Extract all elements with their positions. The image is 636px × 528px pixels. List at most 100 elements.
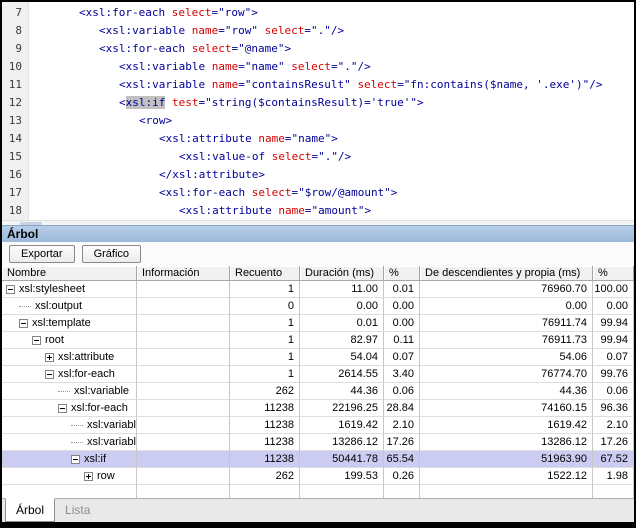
code-line[interactable]: 11 <xsl:variable name="containsResult" se… [2, 76, 634, 94]
cell-name: xsl:variable [2, 434, 137, 451]
cell-descendants: 0.00 [420, 298, 593, 315]
cell-percent: 0.26 [384, 468, 420, 485]
cell-percent: 0.01 [384, 281, 420, 298]
panel-splitter[interactable] [2, 220, 634, 225]
expander-minus-icon[interactable] [58, 403, 67, 413]
code-text: </xsl:attribute> [159, 166, 265, 184]
cell-name: row [2, 468, 137, 485]
line-number: 8 [15, 24, 22, 37]
code-token: name [211, 78, 239, 91]
column-header[interactable]: Recuento [230, 266, 300, 281]
cell-count: 0 [230, 298, 300, 315]
splitter-grip-icon[interactable] [20, 222, 42, 225]
code-line[interactable]: 16 </xsl:attribute> [2, 166, 634, 184]
cell-name: root [2, 332, 137, 349]
column-header[interactable]: % [384, 266, 420, 281]
column-header[interactable]: Información [137, 266, 230, 281]
code-line[interactable]: 8 <xsl:variable name="row" select="."/> [2, 22, 634, 40]
node-label: xsl:variable [87, 419, 137, 431]
code-token: <xsl:variable [99, 24, 192, 37]
tree-row[interactable]: xsl:template 1 0.01 0.00 76911.74 99.94 [2, 315, 634, 332]
tree-row[interactable]: xsl:variable 11238 1619.42 2.10 1619.42 2.10 [2, 417, 634, 434]
cell-name: xsl:stylesheet [2, 281, 137, 298]
cell-percent: 2.10 [384, 417, 420, 434]
code-editor[interactable]: 7 <xsl:for-each select="row"> 8 <xsl:variab… [2, 2, 634, 220]
cell-info [137, 434, 230, 451]
cell-descendants-percent: 2.10 [593, 417, 634, 434]
code-line[interactable]: 12 <xsl:if test="string($containsResult)=… [2, 94, 634, 112]
cell-descendants: 1619.42 [420, 417, 593, 434]
column-header[interactable]: % [593, 266, 634, 281]
code-line[interactable]: 9 <xsl:for-each select="@name"> [2, 40, 634, 58]
node-label: xsl:output [35, 300, 83, 312]
cell-name: xsl:if [2, 451, 137, 468]
cell-duration: 199.53 [300, 468, 384, 485]
node-label: xsl:template [32, 317, 91, 329]
empty-cell [420, 485, 593, 498]
cell-count: 11238 [230, 451, 300, 468]
empty-cell [230, 485, 300, 498]
cell-descendants: 74160.15 [420, 400, 593, 417]
tree-row[interactable]: xsl:if 11238 50441.78 65.54 51963.90 67.52 [2, 451, 634, 468]
chart-button[interactable]: Gráfico [81, 245, 142, 263]
code-line[interactable]: 15 <xsl:value-of select="."/> [2, 148, 634, 166]
cell-descendants-percent: 1.98 [593, 468, 634, 485]
column-header[interactable]: Duración (ms) [300, 266, 384, 281]
cell-info [137, 417, 230, 434]
expander-minus-icon[interactable] [32, 335, 41, 345]
tree-row[interactable]: xsl:attribute 1 54.04 0.07 54.06 0.07 [2, 349, 634, 366]
cell-percent: 0.11 [384, 332, 420, 349]
tree-row[interactable]: xsl:stylesheet 1 11.00 0.01 76960.70 100.00 [2, 281, 634, 298]
column-header[interactable]: De descendientes y propia (ms) [420, 266, 593, 281]
code-line[interactable]: 18 <xsl:attribute name="amount"> [2, 202, 634, 220]
code-line[interactable]: 7 <xsl:for-each select="row"> [2, 4, 634, 22]
export-button[interactable]: Exportar [9, 245, 75, 263]
window-content: 7 <xsl:for-each select="row"> 8 <xsl:variab… [2, 2, 634, 522]
expander-minus-icon[interactable] [6, 284, 15, 294]
expander-minus-icon[interactable] [45, 369, 54, 379]
code-text: <xsl:value-of select="."/> [179, 148, 351, 166]
cell-descendants: 76911.74 [420, 315, 593, 332]
code-line[interactable]: 14 <xsl:attribute name="name"> [2, 130, 634, 148]
tab-arbol[interactable]: Árbol [5, 498, 56, 522]
cell-info [137, 366, 230, 383]
code-token: ="row" [218, 24, 265, 37]
bottom-tab-bar: Árbol Lista [2, 498, 634, 522]
node-label: root [45, 334, 64, 346]
tab-lista[interactable]: Lista [55, 499, 100, 522]
tree-row[interactable]: root 1 82.97 0.11 76911.73 99.94 [2, 332, 634, 349]
expander-plus-icon[interactable] [45, 352, 54, 362]
code-line[interactable]: 10 <xsl:variable name="name" select="."/> [2, 58, 634, 76]
code-token: ="$row/@amount"> [291, 186, 398, 199]
tree-row[interactable]: xsl:output 0 0.00 0.00 0.00 0.00 [2, 298, 634, 315]
code-token: ="amount"> [304, 204, 372, 217]
code-line[interactable]: 13 <row> [2, 112, 634, 130]
cell-name: xsl:for-each [2, 366, 137, 383]
cell-duration: 0.01 [300, 315, 384, 332]
tree-row[interactable]: xsl:for-each 1 2614.55 3.40 76774.70 99.76 [2, 366, 634, 383]
cell-duration: 82.97 [300, 332, 384, 349]
table-header-row: Nombre Información Recuento Duración (ms)% D… [2, 266, 634, 281]
cell-percent: 17.26 [384, 434, 420, 451]
tree-row[interactable]: row 262 199.53 0.26 1522.12 1.98 [2, 468, 634, 485]
cell-descendants-percent: 0.07 [593, 349, 634, 366]
tree-row[interactable]: xsl:variable 11238 13286.12 17.26 13286.12 17… [2, 434, 634, 451]
profiler-toolbar: Exportar Gráfico [2, 242, 634, 266]
tree-row[interactable]: xsl:for-each 11238 22196.25 28.84 74160.15 96… [2, 400, 634, 417]
expander-minus-icon[interactable] [19, 318, 28, 328]
expander-plus-icon[interactable] [84, 471, 93, 481]
tree-row[interactable]: xsl:variable 262 44.36 0.06 44.36 0.06 [2, 383, 634, 400]
code-token: ="containsResult" [238, 78, 358, 91]
cell-info [137, 349, 230, 366]
expander-minus-icon[interactable] [71, 454, 80, 464]
cell-count: 11238 [230, 400, 300, 417]
leaf-connector [58, 390, 70, 392]
code-token: ="."/> [304, 24, 345, 37]
code-line[interactable]: 17 <xsl:for-each select="$row/@amount"> [2, 184, 634, 202]
column-header[interactable]: Nombre [2, 266, 137, 281]
